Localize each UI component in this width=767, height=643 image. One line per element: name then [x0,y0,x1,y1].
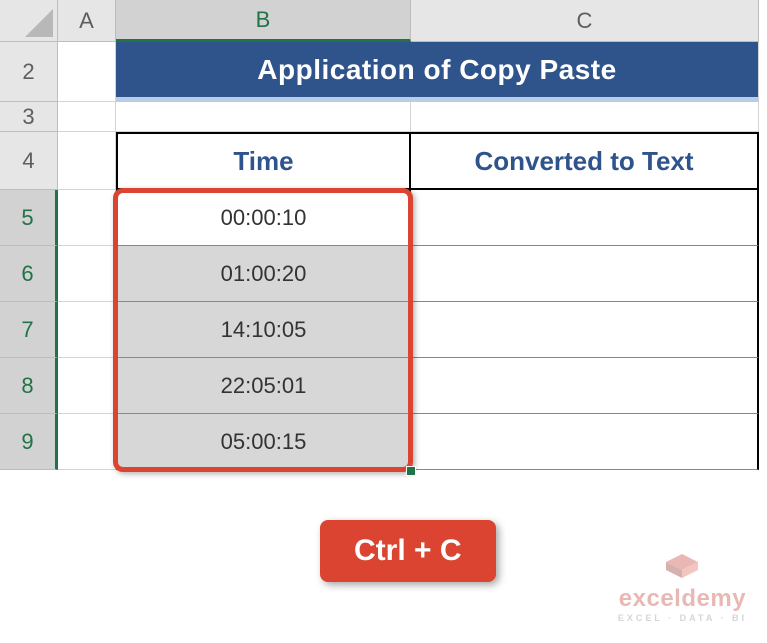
cell-B7[interactable]: 14:10:05 [116,302,411,358]
row-header-5[interactable]: 5 [0,190,58,246]
column-header-B[interactable]: B [116,0,411,42]
column-header-C[interactable]: C [411,0,759,42]
cell-A8[interactable] [58,358,116,414]
row-header-6[interactable]: 6 [0,246,58,302]
cell-C9[interactable] [411,414,759,470]
spreadsheet-grid: A B C 2 Application of Copy Paste 3 4 Ti… [0,0,767,470]
watermark-tag: EXCEL · DATA · BI [618,613,747,623]
cell-B5[interactable]: 00:00:10 [116,190,411,246]
cell-B9[interactable]: 05:00:15 [116,414,411,470]
table-header-time[interactable]: Time [116,132,411,190]
cell-B3[interactable] [116,102,411,132]
cell-C6[interactable] [411,246,759,302]
cell-A7[interactable] [58,302,116,358]
cell-A3[interactable] [58,102,116,132]
cell-A6[interactable] [58,246,116,302]
row-header-4[interactable]: 4 [0,132,58,190]
column-header-A[interactable]: A [58,0,116,42]
cell-B6[interactable]: 01:00:20 [116,246,411,302]
row-header-9[interactable]: 9 [0,414,58,470]
cell-C8[interactable] [411,358,759,414]
row-header-3[interactable]: 3 [0,102,58,132]
row-header-2[interactable]: 2 [0,42,58,102]
row-header-8[interactable]: 8 [0,358,58,414]
cell-A9[interactable] [58,414,116,470]
cell-A4[interactable] [58,132,116,190]
cell-B8[interactable]: 22:05:01 [116,358,411,414]
cell-C7[interactable] [411,302,759,358]
cube-icon [662,552,702,580]
fill-handle[interactable] [406,466,416,476]
table-header-converted[interactable]: Converted to Text [411,132,759,190]
watermark-logo: exceldemy EXCEL · DATA · BI [618,552,747,623]
shortcut-hint: Ctrl + C [320,520,496,582]
cell-C5[interactable] [411,190,759,246]
watermark-brand: exceldemy [618,585,747,613]
cell-A5[interactable] [58,190,116,246]
cell-A2[interactable] [58,42,116,102]
select-all-corner[interactable] [0,0,58,42]
title-cell[interactable]: Application of Copy Paste [116,42,759,102]
row-header-7[interactable]: 7 [0,302,58,358]
cell-C3[interactable] [411,102,759,132]
